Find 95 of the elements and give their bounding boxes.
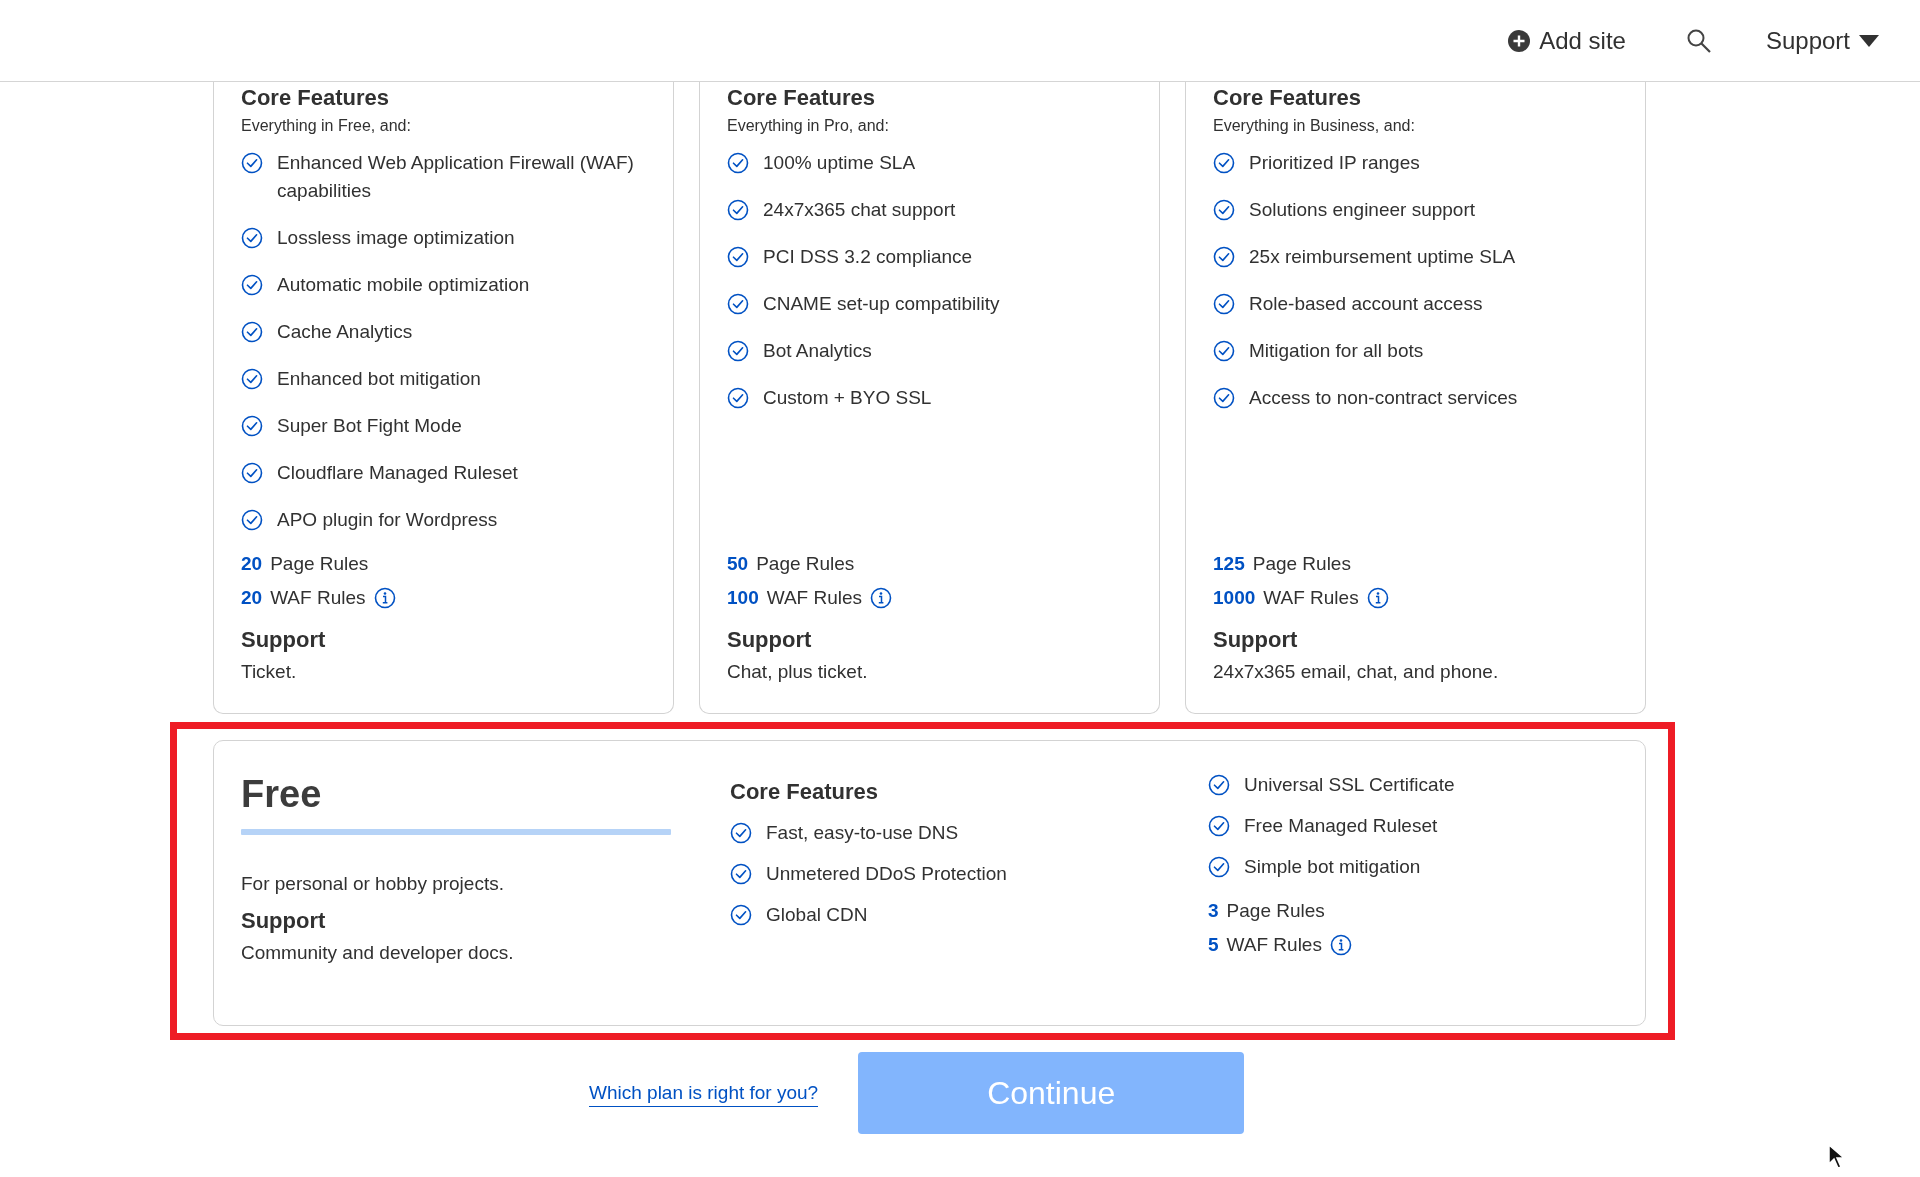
rule-label: WAF Rules [766,586,863,610]
section-heading: Core Features [1213,85,1362,111]
rule-label: Page Rules [1226,899,1325,923]
check-icon [730,863,752,885]
rule-label: WAF Rules [1226,933,1322,957]
feature-text: APO plugin for Wordpress [277,508,498,532]
feature-text: Enhanced bot mitigation [277,367,481,391]
check-icon [730,904,752,926]
check-icon [1213,246,1235,268]
section-heading: Core Features [730,779,879,805]
caret-icon [1858,33,1880,48]
check-icon [1213,293,1235,315]
feature-text: 100% uptime SLA [763,151,916,175]
check-icon [241,462,263,484]
feature-text: Super Bot Fight Mode [277,414,462,438]
feature-text: Enhanced Web Application Firewall (WAF) capabilities [277,151,635,203]
feature-text: PCI DSS 3.2 compliance [763,245,973,269]
plan-subheading: Everything in Pro, and: [727,117,890,135]
support-heading: Support [241,908,327,934]
info-icon[interactable] [373,587,396,609]
search-icon[interactable] [1685,27,1712,54]
feature-text: Role-based account access [1249,292,1483,316]
check-icon [241,227,263,249]
feature-text: Access to non-contract services [1249,386,1518,410]
check-icon [1208,774,1230,796]
support-text: 24x7x365 email, chat, and phone. [1213,661,1500,683]
rule-label: Page Rules [1252,552,1351,576]
feature-text: Mitigation for all bots [1249,339,1424,363]
check-icon [727,199,749,221]
check-icon [241,415,263,437]
check-icon [241,152,263,174]
info-icon[interactable] [870,587,893,609]
check-icon [727,246,749,268]
feature-text: Fast, easy-to-use DNS [766,821,959,845]
check-icon [1208,815,1230,837]
feature-text: Simple bot mitigation [1244,855,1421,879]
info-icon[interactable] [1329,934,1352,956]
feature-text: Free Managed Ruleset [1244,814,1438,838]
rule-label: WAF Rules [1263,586,1359,610]
rule-label: WAF Rules [270,586,366,610]
rule-label: Page Rules [756,552,855,576]
add-site-button[interactable]: Add site [1497,20,1636,61]
support-menu[interactable]: Support [1755,20,1890,61]
info-icon[interactable] [1366,587,1389,609]
feature-text: Unmetered DDoS Protection [766,862,1007,886]
feature-text: Cache Analytics [277,320,413,344]
plus-icon [1507,28,1532,53]
feature-text: 25x reimbursement uptime SLA [1249,245,1516,269]
check-icon [730,822,752,844]
feature-text: 24x7x365 chat support [763,198,956,222]
check-icon [727,152,749,174]
support-text: Community and developer docs. [241,942,515,964]
check-icon [1213,387,1235,409]
plan-subheading: Everything in Business, and: [1213,117,1416,135]
check-icon [727,293,749,315]
feature-text: Custom + BYO SSL [763,386,932,410]
check-icon [1213,152,1235,174]
plan-name: Free [241,772,323,817]
support-text: Ticket. [241,661,298,683]
feature-text: Bot Analytics [763,339,872,363]
feature-text: Universal SSL Certificate [1244,773,1455,797]
support-heading: Support [727,627,813,653]
feature-text: Solutions engineer support [1249,198,1476,222]
plan-subheading: Everything in Free, and: [241,117,412,135]
support-heading: Support [1213,627,1299,653]
check-icon [241,274,263,296]
plan-tagline: For personal or hobby projects. [241,873,505,895]
rule-label: Page Rules [270,552,369,576]
check-icon [241,321,263,343]
rule-count: 20 [241,552,263,576]
feature-text: Global CDN [766,903,868,927]
rule-count: 100 [727,586,759,610]
help-link[interactable]: Which plan is right for you? [589,1079,819,1107]
check-icon [1213,199,1235,221]
support-heading: Support [241,627,327,653]
feature-text: Automatic mobile optimization [277,273,530,297]
check-icon [727,387,749,409]
support-text: Chat, plus ticket. [727,661,869,683]
rule-count: 20 [241,586,263,610]
rule-count: 3 [1208,899,1219,923]
check-icon [1213,340,1235,362]
check-icon [241,368,263,390]
feature-text: Prioritized IP ranges [1249,151,1420,175]
check-icon [241,509,263,531]
rule-count: 125 [1213,552,1245,576]
rule-count: 5 [1208,933,1219,957]
feature-text: Cloudflare Managed Ruleset [277,461,518,485]
feature-text: Lossless image optimization [277,226,515,250]
check-icon [727,340,749,362]
feature-text: CNAME set-up compatibility [763,292,1000,316]
check-icon [1208,856,1230,878]
section-heading: Core Features [727,85,876,111]
rule-count: 1000 [1213,586,1256,610]
section-heading: Core Features [241,85,390,111]
rule-count: 50 [727,552,749,576]
